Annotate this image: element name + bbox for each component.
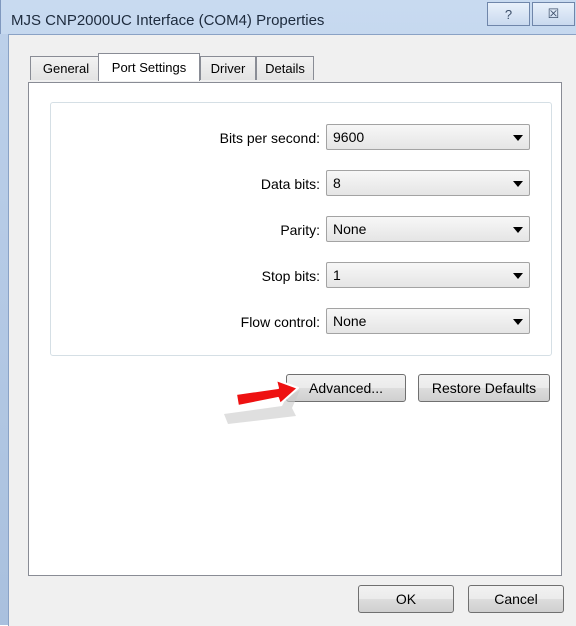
close-button[interactable]: ☒ (532, 2, 575, 26)
window-frame-left (0, 34, 8, 625)
ok-button[interactable]: OK (358, 585, 454, 613)
bits-per-second-label: Bits per second: (219, 130, 320, 146)
help-icon: ? (504, 6, 513, 22)
title-bar-buttons: ? ☒ (487, 2, 575, 26)
chevron-down-icon (513, 227, 523, 233)
stop-bits-select[interactable]: 1 (326, 262, 530, 288)
bits-per-second-value: 9600 (333, 129, 365, 145)
tab-driver-label: Driver (210, 61, 246, 76)
tab-details[interactable]: Details (256, 56, 314, 80)
stop-bits-value: 1 (333, 267, 341, 283)
advanced-button[interactable]: Advanced... (286, 374, 406, 402)
ok-button-label: OK (395, 591, 417, 607)
cancel-button[interactable]: Cancel (468, 585, 564, 613)
flow-control-select[interactable]: None (326, 308, 530, 334)
parity-label: Parity: (280, 222, 320, 238)
stop-bits-label: Stop bits: (261, 268, 320, 284)
tab-details-label: Details (265, 61, 305, 76)
parity-select[interactable]: None (326, 216, 530, 242)
data-bits-value: 8 (333, 175, 341, 191)
chevron-down-icon (513, 273, 523, 279)
tab-port-settings[interactable]: Port Settings (98, 53, 200, 81)
data-bits-select[interactable]: 8 (326, 170, 530, 196)
restore-defaults-button[interactable]: Restore Defaults (418, 374, 550, 402)
restore-defaults-button-label: Restore Defaults (431, 380, 537, 396)
tab-driver[interactable]: Driver (200, 56, 256, 80)
close-icon: ☒ (547, 6, 560, 21)
flow-control-value: None (333, 313, 367, 329)
cancel-button-label: Cancel (494, 591, 538, 607)
tab-general-label: General (42, 61, 90, 76)
chevron-down-icon (513, 181, 523, 187)
advanced-button-label: Advanced... (309, 380, 383, 396)
window-title: MJS CNP2000UC Interface (COM4) Propertie… (11, 12, 325, 29)
annotation-arrow-icon (224, 379, 300, 424)
parity-value: None (333, 221, 367, 237)
tab-general[interactable]: General (30, 56, 102, 80)
flow-control-label: Flow control: (240, 314, 320, 330)
help-button[interactable]: ? (487, 2, 530, 26)
chevron-down-icon (513, 135, 523, 141)
data-bits-label: Data bits: (260, 176, 320, 192)
tab-port-settings-label: Port Settings (111, 60, 187, 75)
chevron-down-icon (513, 319, 523, 325)
bits-per-second-select[interactable]: 9600 (326, 124, 530, 150)
